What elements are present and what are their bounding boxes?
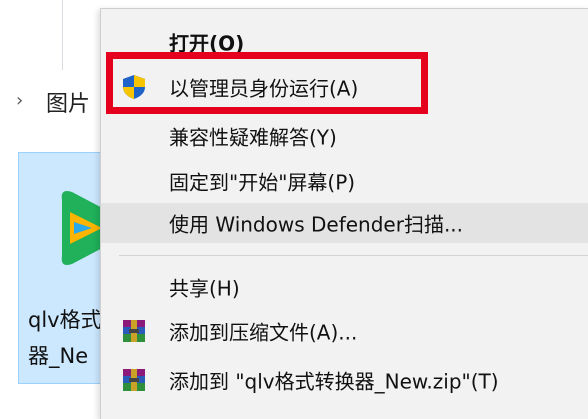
chevron-right-icon[interactable]: › <box>16 90 23 111</box>
highlight-annotation-box <box>106 52 428 114</box>
menu-item-label: 使用 Windows Defender扫描... <box>169 212 464 237</box>
file-name-line-1[interactable]: qlv格式 <box>28 304 102 334</box>
menu-item-label: 兼容性疑难解答(Y) <box>169 125 337 150</box>
menu-item-share[interactable]: 共享(H) <box>101 267 588 307</box>
menu-item-label: 共享(H) <box>169 276 240 301</box>
explorer-toolbar <box>0 0 110 71</box>
menu-item-label: 添加到 "qlv格式转换器_New.zip"(T) <box>169 369 499 394</box>
menu-item-label: 添加到压缩文件(A)... <box>169 320 358 345</box>
winrar-icon <box>123 320 145 342</box>
menu-separator <box>119 255 588 256</box>
menu-item-label: 固定到"开始"屏幕(P) <box>169 170 356 195</box>
menu-item-pin-to-start[interactable]: 固定到"开始"屏幕(P) <box>101 161 588 201</box>
file-name-line-2[interactable]: 器_Ne <box>28 340 88 370</box>
menu-item-defender-scan[interactable]: 使用 Windows Defender扫描... <box>101 203 588 243</box>
breadcrumb-label[interactable]: 图片 <box>46 86 90 118</box>
menu-item-add-to-archive[interactable]: 添加到压缩文件(A)... <box>101 311 588 351</box>
menu-item-compat-troubleshoot[interactable]: 兼容性疑难解答(Y) <box>101 116 588 156</box>
toolbar-divider <box>62 0 63 70</box>
winrar-icon <box>123 369 145 391</box>
menu-item-add-to-zip[interactable]: 添加到 "qlv格式转换器_New.zip"(T) <box>101 360 588 400</box>
